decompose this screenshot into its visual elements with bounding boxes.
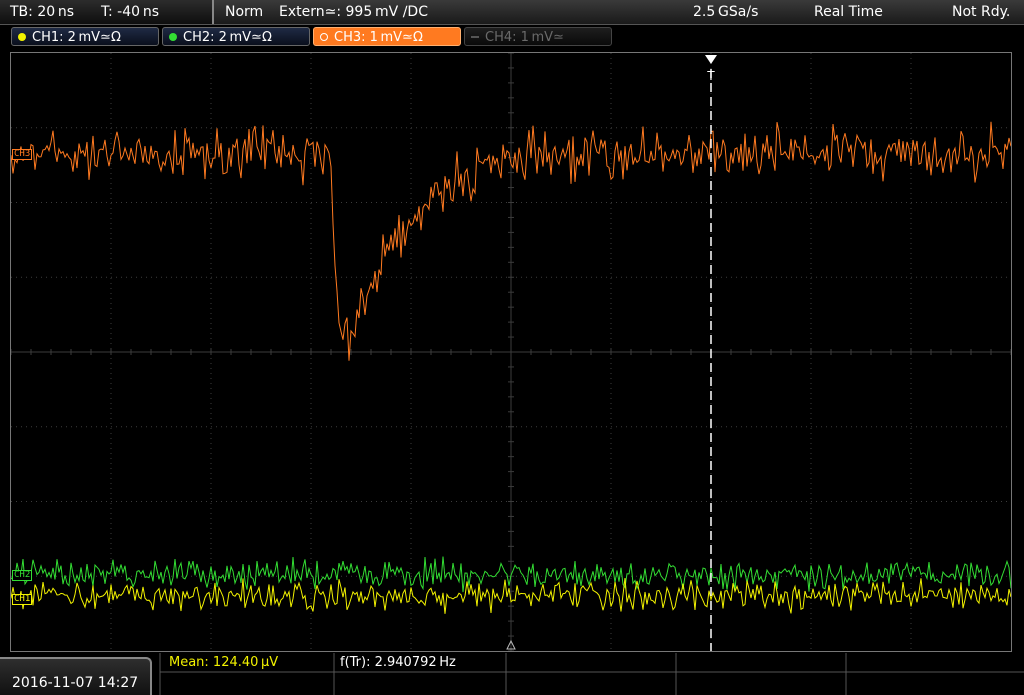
trigger-position-icon[interactable] bbox=[705, 55, 717, 64]
mean-measurement[interactable]: Mean: 124.40 μV bbox=[169, 655, 278, 670]
channel-1-ground-marker[interactable]: CH1 bbox=[12, 594, 33, 605]
acquisition-mode-label[interactable]: Real Time bbox=[814, 4, 883, 20]
channel-3-label: CH3: 1 mV≃Ω bbox=[334, 30, 423, 45]
status-label: Not Rdy. bbox=[952, 4, 1011, 20]
channel-2-dot-icon bbox=[169, 33, 177, 41]
trigger-time-label[interactable]: T: -40 ns bbox=[101, 4, 159, 20]
timebase-box[interactable]: TB: 20 ns T: -40 ns bbox=[0, 0, 214, 24]
channel-2-button[interactable]: CH2: 2 mV≃Ω bbox=[162, 27, 310, 46]
channel-2-ground-marker[interactable]: CH2 bbox=[12, 570, 33, 581]
channel-3-ground-marker[interactable]: CH3 bbox=[12, 149, 33, 160]
timebase-label[interactable]: TB: 20 ns bbox=[10, 4, 74, 20]
trigger-position-label: T bbox=[707, 68, 715, 83]
measurement-bar: 2016-11-07 14:27 Mean: 124.40 μV f(Tr): … bbox=[0, 653, 1024, 695]
channel-2-label: CH2: 2 mV≃Ω bbox=[183, 30, 272, 45]
channel-1-button[interactable]: CH1: 2 mV≃Ω bbox=[11, 27, 159, 46]
channel-3-dot-icon bbox=[320, 33, 328, 41]
channel-4-button[interactable]: CH4: 1 mV≃ bbox=[464, 27, 612, 46]
channel-1-label: CH1: 2 mV≃Ω bbox=[32, 30, 121, 45]
channel-1-dot-icon bbox=[18, 33, 26, 41]
waveform-graph[interactable]: T bbox=[11, 53, 1011, 651]
measurement-table-lines bbox=[159, 653, 1024, 695]
frequency-measurement[interactable]: f(Tr): 2.940792 Hz bbox=[340, 655, 456, 670]
status-bar: TB: 20 ns T: -40 ns Norm Extern≃: 995 mV… bbox=[0, 0, 1024, 25]
trigger-source-label[interactable]: Extern≃: 995 mV ∕DC bbox=[279, 4, 428, 20]
sample-rate-label[interactable]: 2.5 GSa/s bbox=[693, 4, 758, 20]
waveform-display[interactable]: T CH3 CH2 CH1 bbox=[10, 52, 1012, 652]
channel-bar: CH1: 2 mV≃Ω CH2: 2 mV≃Ω CH3: 1 mV≃Ω CH4:… bbox=[0, 25, 1024, 50]
channel-4-label: CH4: 1 mV≃ bbox=[485, 30, 564, 45]
trigger-mode-label[interactable]: Norm bbox=[225, 4, 263, 20]
channel-3-button[interactable]: CH3: 1 mV≃Ω bbox=[313, 27, 461, 46]
channel-4-dot-icon bbox=[471, 36, 479, 38]
